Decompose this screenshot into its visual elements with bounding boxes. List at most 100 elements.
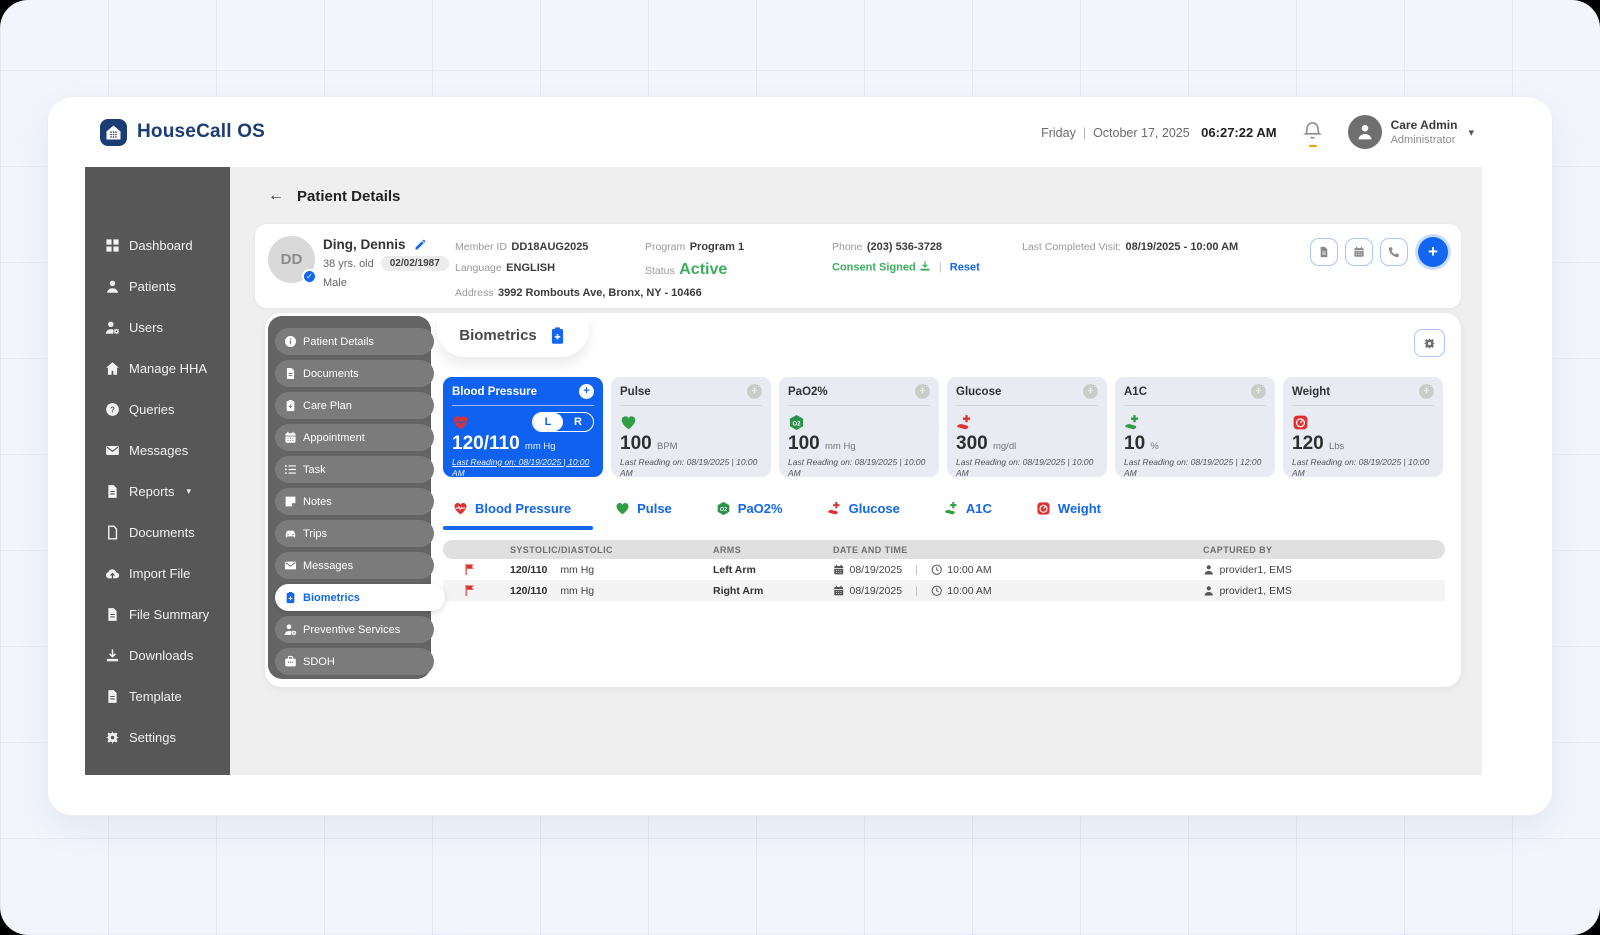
patient-dob-badge: 02/02/1987	[381, 256, 449, 271]
sidebar-item-reports[interactable]: Reports▾	[85, 471, 230, 512]
sidebar-item-dashboard[interactable]: Dashboard	[85, 225, 230, 266]
sidebar-item-label: Settings	[129, 730, 176, 745]
sidebar-item-file-summary[interactable]: File Summary	[85, 594, 230, 635]
sidebar-item-queries[interactable]: ?Queries	[85, 389, 230, 430]
consent-status: Consent Signed	[832, 261, 916, 273]
metric-value: 100	[788, 433, 820, 454]
arm-toggle[interactable]: LR	[532, 412, 594, 432]
metric-last-reading: Last Reading on: 08/19/2025 | 10:00 AM	[788, 457, 930, 478]
sidebar-item-users[interactable]: Users	[85, 307, 230, 348]
metric-card-pulse[interactable]: Pulse+100 BPMLast Reading on: 08/19/2025…	[611, 377, 771, 477]
clipboard-plus-icon	[548, 326, 567, 345]
user-menu[interactable]: Care Admin Administrator ▾	[1348, 115, 1474, 149]
app-header: HouseCall OS Friday|October 17, 2025 06:…	[48, 97, 1552, 167]
hand-plus-icon	[944, 501, 959, 516]
sidebar-item-patients[interactable]: Patients	[85, 266, 230, 307]
panel-settings-button[interactable]	[1414, 329, 1445, 357]
chevron-down-icon: ▾	[187, 486, 192, 497]
add-button[interactable]: +	[1418, 237, 1448, 267]
call-button[interactable]	[1380, 238, 1408, 266]
app-title: HouseCall OS	[137, 121, 265, 143]
biometric-tab-blood-pressure[interactable]: Blood Pressure	[453, 501, 571, 516]
phone-value: (203) 536-3728	[867, 241, 942, 253]
side-tab-care-plan[interactable]: Care Plan	[275, 392, 434, 419]
add-reading-button[interactable]: +	[747, 384, 762, 399]
table-header-row: SYSTOLIC/DIASTOLIC ARMS DATE AND TIME CA…	[443, 540, 1445, 559]
biometric-tab-label: A1C	[966, 501, 992, 516]
metric-card-blood-pressure[interactable]: Blood Pressure+LR120/110 mm HgLast Readi…	[443, 377, 603, 477]
biometric-tab-label: Pulse	[637, 501, 672, 516]
reset-consent-link[interactable]: Reset	[950, 261, 980, 273]
side-tab-sdoh[interactable]: SDOH	[275, 648, 434, 675]
add-reading-button[interactable]: +	[915, 384, 930, 399]
table-row[interactable]: 120/110 mm HgRight Arm08/19/2025|10:00 A…	[443, 580, 1445, 601]
sidebar-item-messages[interactable]: Messages	[85, 430, 230, 471]
metric-card-glucose[interactable]: Glucose+300 mg/dlLast Reading on: 08/19/…	[947, 377, 1107, 477]
side-tab-label: Trips	[303, 528, 327, 540]
add-reading-button[interactable]: +	[1083, 384, 1098, 399]
document-button[interactable]	[1310, 238, 1338, 266]
download-consent-icon[interactable]	[919, 260, 931, 272]
biometric-tab-weight[interactable]: Weight	[1036, 501, 1101, 516]
side-tab-appointment[interactable]: Appointment	[275, 424, 434, 451]
metric-card-a1c[interactable]: A1C+10 %Last Reading on: 08/19/2025 | 12…	[1115, 377, 1275, 477]
date-time: Friday|October 17, 2025 06:27:22 AM	[1041, 125, 1276, 140]
sidebar-item-template[interactable]: Template	[85, 676, 230, 717]
edit-pencil-icon[interactable]	[414, 239, 426, 251]
metric-card-weight[interactable]: Weight+120 LbsLast Reading on: 08/19/202…	[1283, 377, 1443, 477]
flag-icon	[463, 584, 476, 597]
biometric-tab-label: PaO2%	[738, 501, 783, 516]
clipboard-plus-icon	[284, 591, 297, 604]
side-tab-notes[interactable]: Notes	[275, 488, 434, 515]
side-tab-label: Care Plan	[303, 400, 352, 412]
back-arrow-icon[interactable]: ←	[268, 187, 284, 205]
person-icon	[1203, 585, 1215, 597]
side-tab-patient-details[interactable]: Patient Details	[275, 328, 434, 355]
biometric-tab-pulse[interactable]: Pulse	[615, 501, 672, 516]
col-captured-by: CAPTURED BY	[1195, 545, 1445, 555]
active-tab-underline	[443, 526, 593, 530]
sidebar-item-settings[interactable]: Settings	[85, 717, 230, 758]
biometric-tab-a1c[interactable]: A1C	[944, 501, 992, 516]
clock-icon	[931, 564, 943, 576]
bell-icon[interactable]	[1303, 121, 1322, 143]
biometrics-title: Biometrics	[459, 327, 537, 344]
biometric-tab-glucose[interactable]: Glucose	[827, 501, 900, 516]
reading-value: 120/110	[510, 585, 547, 597]
house-icon	[105, 361, 120, 376]
desktop-background: HouseCall OS Friday|October 17, 2025 06:…	[0, 0, 1600, 935]
sidebar-item-label: Queries	[129, 402, 175, 417]
metric-title: PaO2%	[788, 386, 828, 398]
sidebar-item-import-file[interactable]: Import File	[85, 553, 230, 594]
add-reading-button[interactable]: +	[1419, 384, 1434, 399]
heart-icon	[620, 414, 637, 431]
biometric-tab-pao2[interactable]: O2PaO2%	[716, 501, 783, 516]
calendar-button[interactable]	[1345, 238, 1373, 266]
side-tab-biometrics[interactable]: Biometrics	[275, 584, 445, 611]
side-tab-task[interactable]: Task	[275, 456, 434, 483]
captured-by: provider1, EMS	[1220, 585, 1292, 597]
metric-card-pao2[interactable]: PaO2%+O2100 mm HgLast Reading on: 08/19/…	[779, 377, 939, 477]
add-reading-button[interactable]: +	[1251, 384, 1266, 399]
file-blank-icon	[105, 525, 120, 540]
file-lines-icon	[105, 484, 120, 499]
side-tab-label: Task	[303, 464, 326, 476]
side-tab-preventive-services[interactable]: Preventive Services	[275, 616, 434, 643]
sidebar-item-manage-hha[interactable]: Manage HHA	[85, 348, 230, 389]
heart-pulse-icon	[452, 414, 469, 431]
add-reading-button[interactable]: +	[579, 384, 594, 399]
table-row[interactable]: 120/110 mm HgLeft Arm08/19/2025|10:00 AM…	[443, 559, 1445, 580]
biometric-tabs: Blood Pressure Pulse O2PaO2% Glucose A1C Weig…	[443, 495, 1445, 530]
side-tab-trips[interactable]: Trips	[275, 520, 434, 547]
user-gear-icon	[105, 320, 120, 335]
briefcase-icon	[284, 655, 297, 668]
bp-readings-table: SYSTOLIC/DIASTOLIC ARMS DATE AND TIME CA…	[443, 540, 1445, 601]
biometrics-title-bubble: Biometrics	[437, 313, 589, 357]
sidebar-item-downloads[interactable]: Downloads	[85, 635, 230, 676]
side-tab-documents[interactable]: Documents	[275, 360, 434, 387]
side-tab-messages[interactable]: Messages	[275, 552, 434, 579]
sidebar-item-documents[interactable]: Documents	[85, 512, 230, 553]
metric-unit: BPM	[657, 441, 678, 452]
reading-time: 10:00 AM	[947, 585, 991, 597]
patient-summary-card: DD ✓ Ding, Dennis 38 yrs. old 02/02/1987…	[255, 224, 1461, 308]
